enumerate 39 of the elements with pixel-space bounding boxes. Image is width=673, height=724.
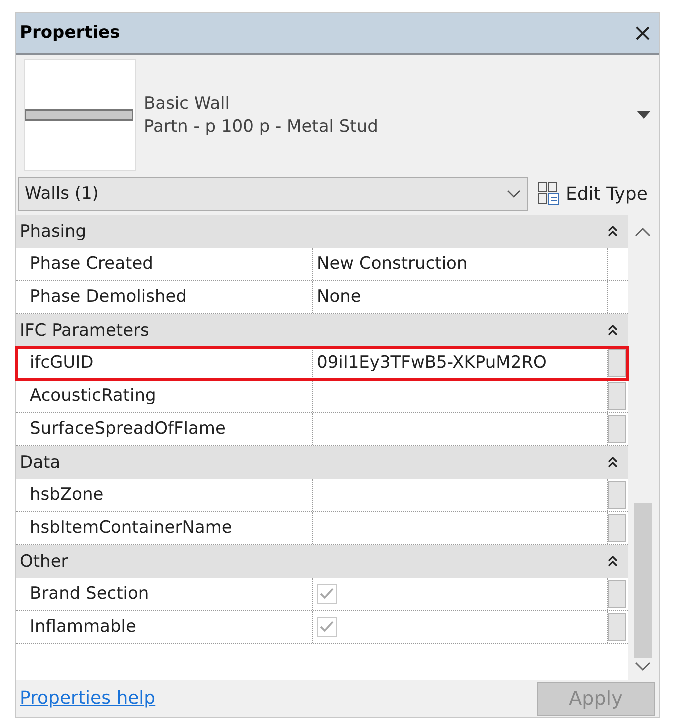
close-button[interactable]: × <box>632 19 653 47</box>
property-value[interactable]: New Construction <box>317 254 468 274</box>
section-header[interactable]: Phasing <box>16 215 628 248</box>
property-value[interactable]: 09iI1Ey3TFwB5-XKPuM2RO <box>317 353 547 373</box>
filter-dropdown[interactable]: Walls (1) <box>18 177 528 211</box>
value-button[interactable] <box>608 349 626 377</box>
section-header[interactable]: IFC Parameters <box>16 314 628 347</box>
property-value[interactable]: None <box>317 287 362 307</box>
scrollbar-thumb[interactable] <box>634 503 652 658</box>
dropdown-icon[interactable] <box>637 111 651 119</box>
property-name: Inflammable <box>30 617 136 637</box>
property-name: hsbItemContainerName <box>30 518 232 538</box>
property-name: Phase Created <box>30 254 154 274</box>
chevron-down-icon[interactable] <box>507 190 521 198</box>
window-title: Properties <box>20 23 120 43</box>
properties-help-link[interactable]: Properties help <box>20 688 156 709</box>
property-name: Phase Demolished <box>30 287 188 307</box>
collapse-icon[interactable] <box>608 556 618 568</box>
scroll-down-icon[interactable] <box>635 662 651 672</box>
value-button[interactable] <box>608 514 626 542</box>
value-button[interactable] <box>608 415 626 443</box>
section-header[interactable]: Data <box>16 446 628 479</box>
property-name: Brand Section <box>30 584 150 604</box>
wall-icon <box>25 109 133 121</box>
property-name: AcousticRating <box>30 386 156 406</box>
edit-type-icon[interactable] <box>538 182 560 206</box>
type-name: Partn - p 100 p - Metal Stud <box>144 116 380 136</box>
edit-type-button[interactable]: Edit Type <box>538 182 648 206</box>
collapse-icon[interactable] <box>608 456 618 468</box>
property-name: ifcGUID <box>30 353 94 373</box>
property-name: hsbZone <box>30 485 104 505</box>
value-button[interactable] <box>608 481 626 509</box>
collapse-icon[interactable] <box>608 226 618 238</box>
value-button[interactable] <box>608 382 626 410</box>
collapse-icon[interactable] <box>608 324 618 336</box>
section-header[interactable]: Other <box>16 545 628 578</box>
property-name: SurfaceSpreadOfFlame <box>30 419 226 439</box>
family-name: Basic Wall <box>144 94 231 114</box>
scroll-up-icon[interactable] <box>635 227 651 237</box>
